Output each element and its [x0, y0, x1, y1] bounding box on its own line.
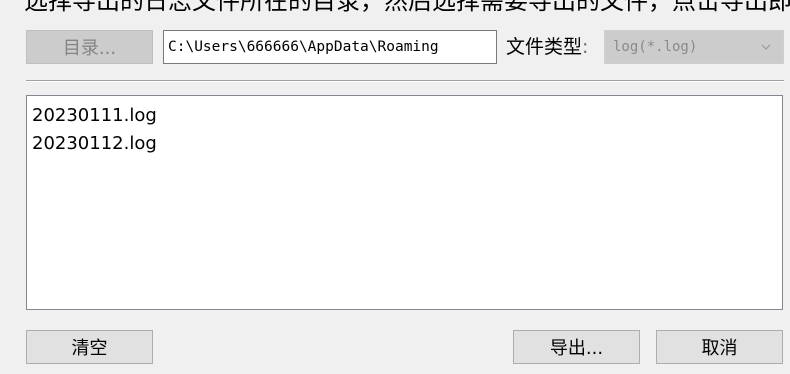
file-type-select-value: log(*.log)	[613, 39, 698, 55]
directory-button[interactable]: 目录...	[26, 30, 153, 64]
file-list-item[interactable]: 20230112.log	[27, 130, 782, 158]
clear-button[interactable]: 清空	[26, 330, 153, 364]
file-list[interactable]: 20230111.log 20230112.log	[26, 95, 783, 310]
cancel-button[interactable]: 取消	[656, 330, 783, 364]
clipped-instruction-text: 选择导出的日志文件所在的目录，然后选择需要导出的文件，点击导出即可完成。	[24, 0, 790, 15]
file-type-label-colon: :	[582, 36, 589, 58]
file-type-label-text: 文件类型	[506, 36, 583, 58]
divider	[26, 80, 784, 82]
chevron-down-icon	[761, 44, 771, 50]
directory-path-field[interactable]: C:\Users\666666\AppData\Roaming	[163, 30, 497, 64]
file-list-item[interactable]: 20230111.log	[27, 102, 782, 130]
file-type-select[interactable]: log(*.log)	[604, 30, 784, 64]
file-type-label: 文件类型:	[506, 30, 588, 64]
export-button[interactable]: 导出...	[513, 330, 640, 364]
